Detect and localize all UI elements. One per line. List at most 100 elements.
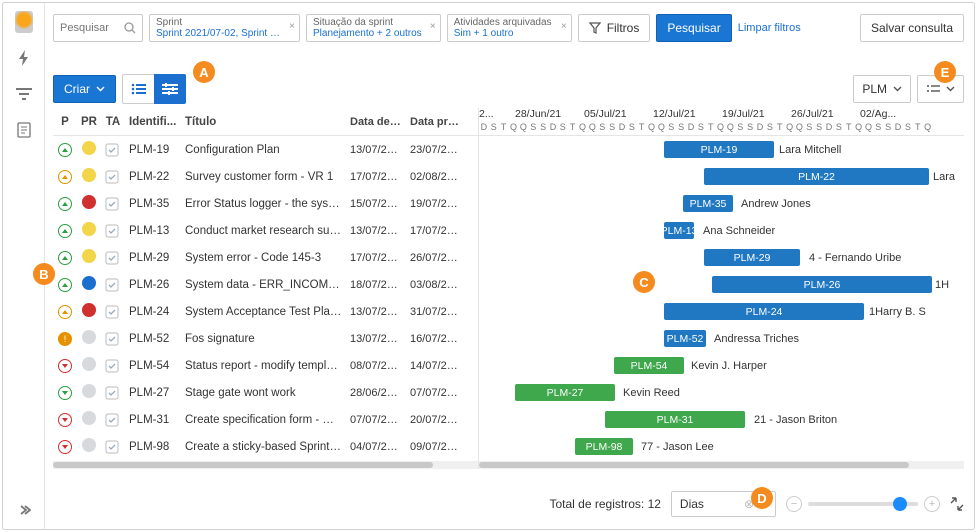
gantt-bar-label: 4 - Fernando Uribe [809,249,901,266]
chip-value: Sim + 1 outro [454,28,553,39]
table-row[interactable]: PLM-29System error - Code 145-317/07/202… [53,244,478,271]
timeline-row: PLM-35Andrew Jones [479,190,964,217]
chevron-down-icon [946,86,955,92]
col-titulo[interactable]: Título [181,116,346,128]
gantt-bar[interactable]: PLM-13 [664,222,694,239]
limpar-filtros-link[interactable]: Limpar filtros [738,22,801,34]
gantt-bar-label: 21 - Jason Briton [754,411,837,428]
gantt-bar[interactable]: PLM-19 [664,141,774,158]
top-bar: Sprint Sprint 2021/07-02, Sprint 202... … [53,13,964,43]
timeline-header: 2...28/Jun/2105/Jul/2112/Jul/2119/Jul/21… [479,108,964,136]
zoom-out-button[interactable]: − [786,496,802,512]
list-icon [131,83,147,95]
table-row[interactable]: PLM-24System Acceptance Test Plan - ...1… [53,298,478,325]
gantt-bar-label: Lara [933,168,955,185]
chip-clear-icon[interactable]: × [561,21,567,32]
gantt-bar-label: 77 - Jason Lee [641,438,714,455]
gantt-bar[interactable]: PLM-29 [704,249,800,266]
gantt-bar[interactable]: PLM-35 [683,195,733,212]
toolbar: Criar PLM [53,73,964,105]
table-row[interactable]: PLM-26System data - ERR_INCOMPLE...18/07… [53,271,478,298]
col-p[interactable]: P [53,116,77,128]
salvar-consulta-button[interactable]: Salvar consulta [860,14,964,42]
filter-chip-sprint[interactable]: Sprint Sprint 2021/07-02, Sprint 202... … [149,14,300,42]
timeline-row: PLM-31 21 - Jason Briton [479,406,964,433]
zoom-control: − + [786,496,940,512]
criar-button[interactable]: Criar [53,75,116,103]
table-body: PLM-19Configuration Plan13/07/202123/07/… [53,136,478,459]
gantt-bar[interactable]: PLM-98 [575,438,633,455]
col-prazo[interactable]: Data prazo [406,116,466,128]
gantt-bar[interactable]: PLM-31 [605,411,745,428]
document-icon[interactable] [15,121,33,139]
zoom-in-button[interactable]: + [924,496,940,512]
col-inicio[interactable]: Data de ini... [346,116,406,128]
table-row[interactable]: PLM-27Stage gate wont work28/06/202107/0… [53,379,478,406]
filter-lines-icon[interactable] [15,85,33,103]
plm-dropdown[interactable]: PLM [853,75,911,103]
options-icon [926,84,940,94]
timeline-row: PLM-261H [479,271,964,298]
gantt-bar-label: Lara Mitchell [779,141,841,158]
timeline-row: PLM-241Harry B. S [479,298,964,325]
filter-chip-arquivadas[interactable]: Atividades arquivadas Sim + 1 outro × [447,14,572,42]
table-row[interactable]: PLM-98Create a sticky-based Sprint Ba...… [53,433,478,459]
sliders-icon [162,83,178,95]
table-row[interactable]: PLM-19Configuration Plan13/07/202123/07/… [53,136,478,163]
gantt-bar-label: 1H [935,276,949,293]
gantt-bar[interactable]: PLM-54 [614,357,684,374]
search-icon [124,22,136,34]
table-row[interactable]: PLM-31Create specification form - New ..… [53,406,478,433]
gantt-bar[interactable]: PLM-26 [712,276,932,293]
pesquisar-button[interactable]: Pesquisar [656,14,731,42]
gantt-bar-label: Kevin Reed [623,384,680,401]
gantt-bar[interactable]: PLM-52 [664,330,706,347]
chevron-down-icon [96,86,105,92]
gantt-bar[interactable]: PLM-24 [664,303,864,320]
chip-clear-icon[interactable]: × [289,21,295,32]
search-field[interactable] [60,22,115,34]
gantt-view-button[interactable] [154,74,186,104]
callout-d: D [751,487,773,509]
gantt-bar[interactable]: PLM-22 [704,168,929,185]
total-label: Total de registros: 12 [550,497,661,511]
callout-b: B [33,263,55,285]
table-row[interactable]: PLM-13Conduct market research surveys13/… [53,217,478,244]
callout-c: C [633,271,655,293]
table-hscroll[interactable] [53,461,478,469]
table-row[interactable]: PLM-35Error Status logger - the system..… [53,190,478,217]
col-ta[interactable]: TA [101,116,125,128]
bolt-icon[interactable] [15,49,33,67]
timeline-row: PLM-54Kevin J. Harper [479,352,964,379]
table-row[interactable]: !PLM-52Fos signature13/07/202116/07/2021 [53,325,478,352]
filtros-button[interactable]: Filtros [578,14,651,42]
timeline-row: PLM-27 Kevin Reed [479,379,964,406]
chip-value: Sprint 2021/07-02, Sprint 202... [156,28,281,39]
timeline-hscroll[interactable] [479,461,964,469]
filter-chip-situacao[interactable]: Situação da sprint Planejamento + 2 outr… [306,14,441,42]
zoom-slider[interactable] [808,502,918,506]
expand-rail-icon[interactable] [15,501,33,519]
col-pr[interactable]: PR [77,116,101,128]
timeline-body: PLM-19Lara MitchellPLM-22LaraPLM-35Andre… [479,136,964,459]
list-view-button[interactable] [122,74,154,104]
zoom-thumb[interactable] [893,497,907,511]
chip-value: Planejamento + 2 outros [313,28,422,39]
timeline-pane: 2...28/Jun/2105/Jul/2112/Jul/2119/Jul/21… [478,108,964,469]
chevron-down-icon [893,86,902,92]
timeline-row: PLM-29 4 - Fernando Uribe [479,244,964,271]
gantt-bar[interactable]: PLM-27 [515,384,615,401]
chip-label: Sprint [156,17,281,28]
timeline-row: PLM-22Lara [479,163,964,190]
table-row[interactable]: PLM-22Survey customer form - VR 117/07/2… [53,163,478,190]
gantt-bar-label: Ana Schneider [703,222,775,239]
search-input[interactable] [53,14,143,42]
timeline-row: PLM-52Andressa Triches [479,325,964,352]
col-id[interactable]: Identifi... [125,116,181,128]
table-row[interactable]: PLM-54Status report - modify template ..… [53,352,478,379]
collapse-icon[interactable] [950,497,964,511]
chip-label: Atividades arquivadas [454,17,553,28]
chip-label: Situação da sprint [313,17,422,28]
chip-clear-icon[interactable]: × [430,21,436,32]
table-header: P PR TA Identifi... Título Data de ini..… [53,108,478,136]
